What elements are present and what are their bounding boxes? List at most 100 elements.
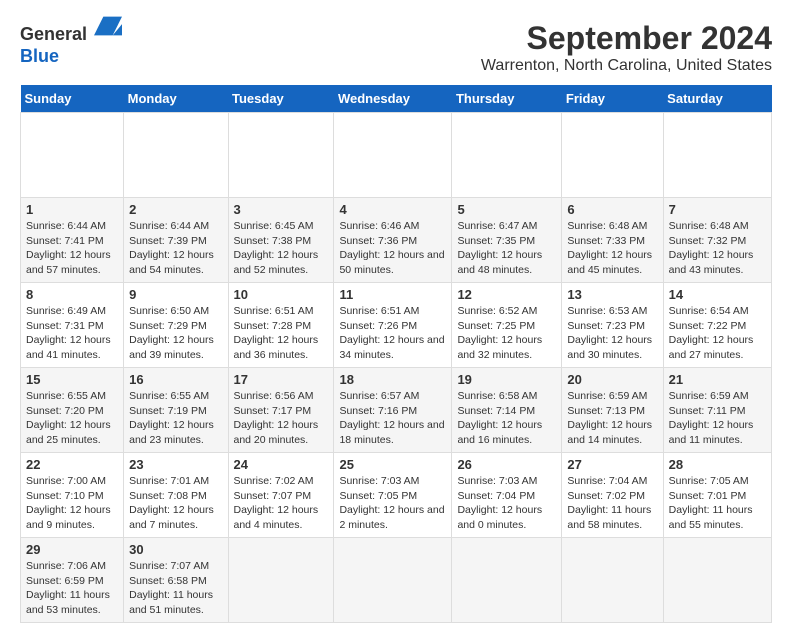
empty-cell bbox=[663, 538, 771, 623]
day-info: Sunrise: 6:50 AMSunset: 7:29 PMDaylight:… bbox=[129, 304, 222, 363]
day-number: 26 bbox=[457, 457, 556, 472]
empty-cell bbox=[562, 113, 663, 198]
logo-blue: Blue bbox=[20, 46, 59, 66]
day-number: 18 bbox=[339, 372, 446, 387]
day-info: Sunrise: 6:53 AMSunset: 7:23 PMDaylight:… bbox=[567, 304, 657, 363]
day-info: Sunrise: 7:01 AMSunset: 7:08 PMDaylight:… bbox=[129, 474, 222, 533]
day-number: 17 bbox=[234, 372, 329, 387]
day-number: 8 bbox=[26, 287, 118, 302]
day-number: 21 bbox=[669, 372, 766, 387]
day-cell-24: 24 Sunrise: 7:02 AMSunset: 7:07 PMDaylig… bbox=[228, 453, 334, 538]
day-info: Sunrise: 6:59 AMSunset: 7:11 PMDaylight:… bbox=[669, 389, 766, 448]
header-row: Sunday Monday Tuesday Wednesday Thursday… bbox=[21, 85, 772, 113]
col-sunday: Sunday bbox=[21, 85, 124, 113]
day-number: 23 bbox=[129, 457, 222, 472]
calendar-table: Sunday Monday Tuesday Wednesday Thursday… bbox=[20, 85, 772, 623]
empty-cell bbox=[124, 113, 228, 198]
day-number: 16 bbox=[129, 372, 222, 387]
table-row: 15 Sunrise: 6:55 AMSunset: 7:20 PMDaylig… bbox=[21, 368, 772, 453]
day-cell-28: 28 Sunrise: 7:05 AMSunset: 7:01 PMDaylig… bbox=[663, 453, 771, 538]
day-info: Sunrise: 6:44 AMSunset: 7:39 PMDaylight:… bbox=[129, 219, 222, 278]
day-info: Sunrise: 7:04 AMSunset: 7:02 PMDaylight:… bbox=[567, 474, 657, 533]
day-info: Sunrise: 6:54 AMSunset: 7:22 PMDaylight:… bbox=[669, 304, 766, 363]
day-cell-11: 11 Sunrise: 6:51 AMSunset: 7:26 PMDaylig… bbox=[334, 283, 452, 368]
day-info: Sunrise: 6:45 AMSunset: 7:38 PMDaylight:… bbox=[234, 219, 329, 278]
day-cell-10: 10 Sunrise: 6:51 AMSunset: 7:28 PMDaylig… bbox=[228, 283, 334, 368]
day-info: Sunrise: 6:55 AMSunset: 7:20 PMDaylight:… bbox=[26, 389, 118, 448]
empty-cell bbox=[663, 113, 771, 198]
logo: General Blue bbox=[20, 20, 122, 67]
table-row bbox=[21, 113, 772, 198]
day-info: Sunrise: 7:02 AMSunset: 7:07 PMDaylight:… bbox=[234, 474, 329, 533]
day-cell-29: 29 Sunrise: 7:06 AMSunset: 6:59 PMDaylig… bbox=[21, 538, 124, 623]
day-number: 28 bbox=[669, 457, 766, 472]
empty-cell bbox=[334, 113, 452, 198]
empty-cell bbox=[228, 538, 334, 623]
day-info: Sunrise: 6:48 AMSunset: 7:33 PMDaylight:… bbox=[567, 219, 657, 278]
day-cell-5: 5 Sunrise: 6:47 AMSunset: 7:35 PMDayligh… bbox=[452, 198, 562, 283]
logo-general: General bbox=[20, 24, 87, 44]
day-info: Sunrise: 6:44 AMSunset: 7:41 PMDaylight:… bbox=[26, 219, 118, 278]
day-cell-21: 21 Sunrise: 6:59 AMSunset: 7:11 PMDaylig… bbox=[663, 368, 771, 453]
page-title: September 2024 bbox=[481, 20, 772, 57]
day-number: 9 bbox=[129, 287, 222, 302]
empty-cell bbox=[21, 113, 124, 198]
day-number: 4 bbox=[339, 202, 446, 217]
day-number: 12 bbox=[457, 287, 556, 302]
day-number: 1 bbox=[26, 202, 118, 217]
day-info: Sunrise: 6:49 AMSunset: 7:31 PMDaylight:… bbox=[26, 304, 118, 363]
day-cell-4: 4 Sunrise: 6:46 AMSunset: 7:36 PMDayligh… bbox=[334, 198, 452, 283]
day-info: Sunrise: 6:56 AMSunset: 7:17 PMDaylight:… bbox=[234, 389, 329, 448]
day-info: Sunrise: 6:52 AMSunset: 7:25 PMDaylight:… bbox=[457, 304, 556, 363]
title-block: September 2024 Warrenton, North Carolina… bbox=[481, 20, 772, 75]
day-info: Sunrise: 6:47 AMSunset: 7:35 PMDaylight:… bbox=[457, 219, 556, 278]
day-cell-23: 23 Sunrise: 7:01 AMSunset: 7:08 PMDaylig… bbox=[124, 453, 228, 538]
day-cell-12: 12 Sunrise: 6:52 AMSunset: 7:25 PMDaylig… bbox=[452, 283, 562, 368]
day-info: Sunrise: 7:00 AMSunset: 7:10 PMDaylight:… bbox=[26, 474, 118, 533]
day-info: Sunrise: 6:51 AMSunset: 7:28 PMDaylight:… bbox=[234, 304, 329, 363]
page-subtitle: Warrenton, North Carolina, United States bbox=[481, 57, 772, 75]
day-cell-3: 3 Sunrise: 6:45 AMSunset: 7:38 PMDayligh… bbox=[228, 198, 334, 283]
empty-cell bbox=[452, 538, 562, 623]
day-cell-9: 9 Sunrise: 6:50 AMSunset: 7:29 PMDayligh… bbox=[124, 283, 228, 368]
day-number: 24 bbox=[234, 457, 329, 472]
day-info: Sunrise: 6:57 AMSunset: 7:16 PMDaylight:… bbox=[339, 389, 446, 448]
col-wednesday: Wednesday bbox=[334, 85, 452, 113]
day-info: Sunrise: 6:46 AMSunset: 7:36 PMDaylight:… bbox=[339, 219, 446, 278]
col-thursday: Thursday bbox=[452, 85, 562, 113]
day-info: Sunrise: 7:03 AMSunset: 7:05 PMDaylight:… bbox=[339, 474, 446, 533]
day-number: 25 bbox=[339, 457, 446, 472]
day-number: 20 bbox=[567, 372, 657, 387]
day-cell-20: 20 Sunrise: 6:59 AMSunset: 7:13 PMDaylig… bbox=[562, 368, 663, 453]
day-cell-2: 2 Sunrise: 6:44 AMSunset: 7:39 PMDayligh… bbox=[124, 198, 228, 283]
day-cell-17: 17 Sunrise: 6:56 AMSunset: 7:17 PMDaylig… bbox=[228, 368, 334, 453]
col-friday: Friday bbox=[562, 85, 663, 113]
day-number: 27 bbox=[567, 457, 657, 472]
day-info: Sunrise: 6:55 AMSunset: 7:19 PMDaylight:… bbox=[129, 389, 222, 448]
day-cell-16: 16 Sunrise: 6:55 AMSunset: 7:19 PMDaylig… bbox=[124, 368, 228, 453]
day-number: 29 bbox=[26, 542, 118, 557]
day-number: 19 bbox=[457, 372, 556, 387]
day-number: 22 bbox=[26, 457, 118, 472]
day-number: 5 bbox=[457, 202, 556, 217]
day-info: Sunrise: 7:07 AMSunset: 6:58 PMDaylight:… bbox=[129, 559, 222, 618]
day-cell-13: 13 Sunrise: 6:53 AMSunset: 7:23 PMDaylig… bbox=[562, 283, 663, 368]
day-cell-25: 25 Sunrise: 7:03 AMSunset: 7:05 PMDaylig… bbox=[334, 453, 452, 538]
day-number: 3 bbox=[234, 202, 329, 217]
day-number: 30 bbox=[129, 542, 222, 557]
day-info: Sunrise: 7:05 AMSunset: 7:01 PMDaylight:… bbox=[669, 474, 766, 533]
day-number: 10 bbox=[234, 287, 329, 302]
day-cell-26: 26 Sunrise: 7:03 AMSunset: 7:04 PMDaylig… bbox=[452, 453, 562, 538]
day-cell-6: 6 Sunrise: 6:48 AMSunset: 7:33 PMDayligh… bbox=[562, 198, 663, 283]
day-number: 6 bbox=[567, 202, 657, 217]
col-tuesday: Tuesday bbox=[228, 85, 334, 113]
day-cell-8: 8 Sunrise: 6:49 AMSunset: 7:31 PMDayligh… bbox=[21, 283, 124, 368]
empty-cell bbox=[228, 113, 334, 198]
day-number: 2 bbox=[129, 202, 222, 217]
empty-cell bbox=[562, 538, 663, 623]
col-saturday: Saturday bbox=[663, 85, 771, 113]
day-info: Sunrise: 6:59 AMSunset: 7:13 PMDaylight:… bbox=[567, 389, 657, 448]
day-info: Sunrise: 6:58 AMSunset: 7:14 PMDaylight:… bbox=[457, 389, 556, 448]
day-info: Sunrise: 7:06 AMSunset: 6:59 PMDaylight:… bbox=[26, 559, 118, 618]
day-number: 15 bbox=[26, 372, 118, 387]
